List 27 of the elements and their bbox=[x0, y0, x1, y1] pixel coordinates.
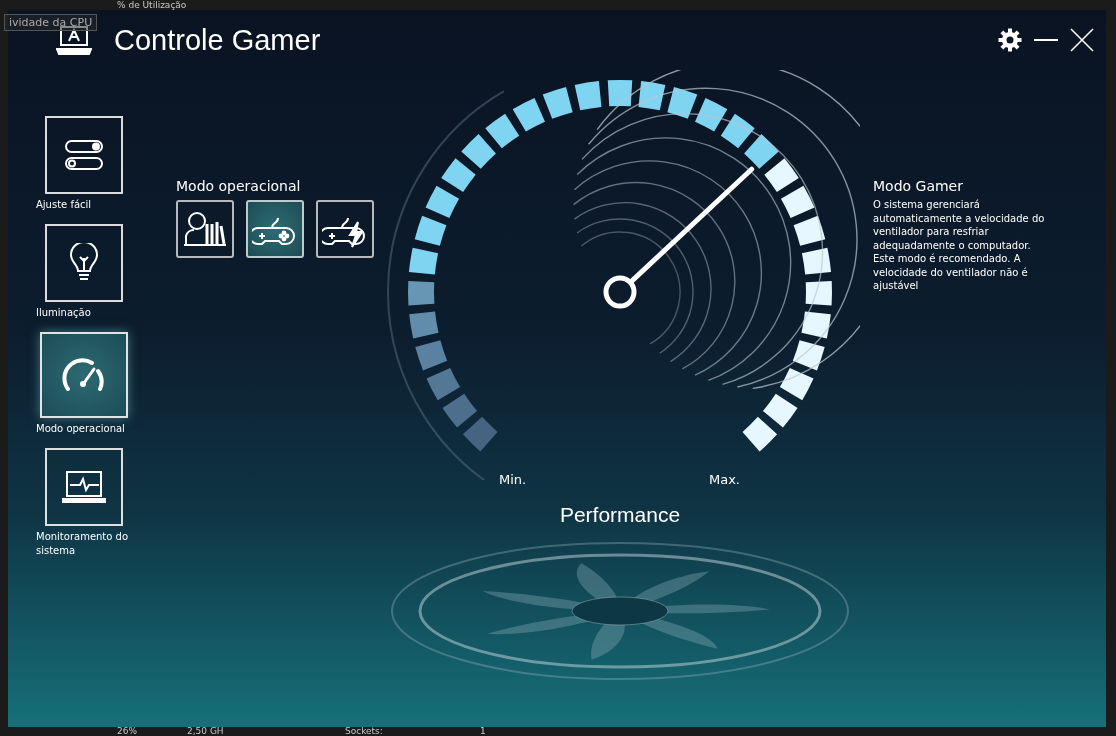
mode-description: O sistema gerenciará automaticamente a velocidade do ventilador para resfriar adequadamente o computador. Este modo é recomendado. A velocidade do ventilador não é ajustável bbox=[873, 198, 1046, 293]
light-bulb-icon bbox=[69, 243, 99, 283]
reader-books-icon bbox=[183, 210, 227, 248]
stat-text: 26% bbox=[117, 726, 137, 736]
tooltip: ividade da CPU bbox=[4, 14, 98, 31]
settings-button[interactable] bbox=[998, 28, 1022, 52]
minimize-icon bbox=[1034, 39, 1058, 41]
mode-button[interactable] bbox=[246, 200, 304, 258]
section-title: Modo operacional bbox=[176, 178, 302, 194]
close-button[interactable] bbox=[1070, 28, 1094, 52]
gear-icon bbox=[998, 28, 1022, 52]
laptop-icon bbox=[56, 25, 92, 55]
max-label: Max. bbox=[709, 472, 740, 487]
stat-text: 1 bbox=[480, 726, 486, 736]
gauge-caption: Performance bbox=[559, 503, 681, 527]
close-icon bbox=[1070, 28, 1094, 52]
mode-button[interactable] bbox=[176, 200, 234, 258]
mode-title: Modo Gamer bbox=[873, 178, 964, 194]
speedometer-icon bbox=[62, 357, 106, 393]
stat-text: Sockets: bbox=[345, 726, 383, 736]
column-header: % de Utilização bbox=[117, 0, 187, 10]
toggle-switches-icon bbox=[64, 139, 104, 171]
window-title: Controle Gamer bbox=[114, 23, 322, 57]
laptop-heartbeat-icon bbox=[61, 470, 107, 504]
stat-text: 2,50 GH bbox=[187, 726, 224, 736]
min-label: Min. bbox=[499, 472, 527, 487]
mode-button[interactable] bbox=[316, 200, 374, 258]
